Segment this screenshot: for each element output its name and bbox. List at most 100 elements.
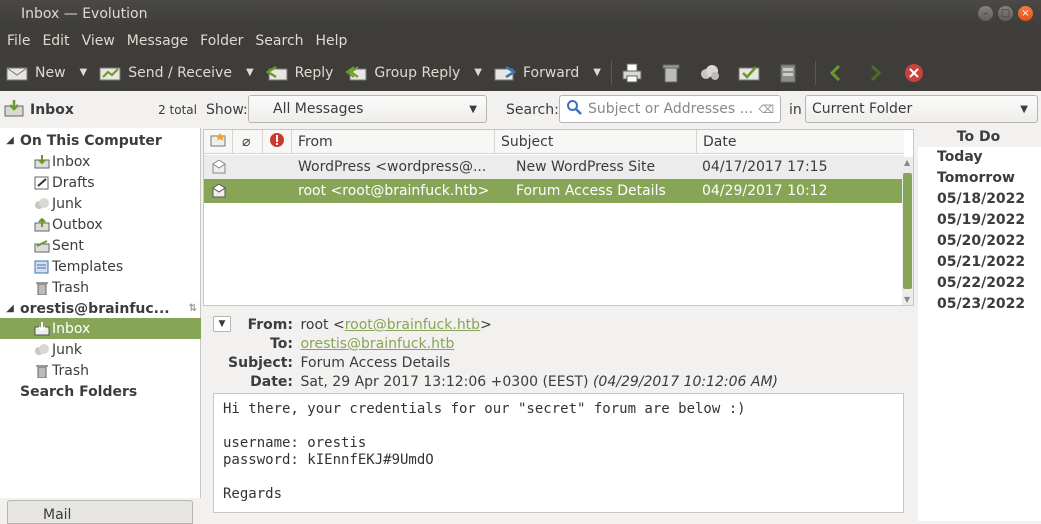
current-folder-name: Inbox — [30, 101, 74, 118]
message-date: 04/29/2017 10:12 — [702, 183, 828, 199]
message-from: WordPress <wordpress@... — [298, 159, 487, 175]
send-receive-label: Send / Receive — [128, 64, 232, 81]
to-label: To: — [270, 336, 293, 352]
column-status[interactable] — [204, 130, 233, 154]
menu-search[interactable]: Search — [255, 33, 303, 49]
menu-edit[interactable]: Edit — [42, 33, 69, 49]
folder-label: Trash — [52, 362, 89, 379]
expander-icon[interactable]: ◢ — [0, 303, 20, 314]
folder-drafts[interactable]: Drafts — [0, 172, 201, 193]
menu-view[interactable]: View — [82, 33, 115, 49]
column-date[interactable]: Date — [697, 130, 904, 154]
scroll-up-icon[interactable]: ▲ — [904, 158, 910, 167]
previous-button[interactable] — [820, 54, 859, 91]
search-placeholder: Subject or Addresses ... — [588, 101, 754, 117]
minimize-button[interactable]: – — [978, 6, 993, 21]
read-mail-icon — [212, 160, 226, 178]
archive-button[interactable] — [772, 54, 811, 91]
junk-icon — [34, 343, 50, 357]
search-input[interactable]: Subject or Addresses ... ⌫ — [559, 95, 781, 123]
folder-tree: ◢ On This Computer Inbox Drafts Junk Out… — [0, 128, 201, 498]
close-window-button[interactable]: × — [1018, 6, 1033, 21]
message-list-scrollbar[interactable]: ▲ ▼ — [902, 157, 913, 305]
from-email-link[interactable]: root@brainfuck.htb — [345, 317, 480, 333]
menu-help[interactable]: Help — [316, 33, 348, 49]
folder-junk[interactable]: Junk — [0, 193, 201, 214]
search-scope-value: Current Folder — [812, 101, 913, 117]
message-row-selected[interactable]: root <root@brainfuck.htb> Forum Access D… — [204, 179, 904, 203]
not-junk-button[interactable] — [733, 54, 772, 91]
group-account[interactable]: ◢ orestis@brainfuc... ⇅ — [0, 298, 201, 319]
trash-icon — [660, 64, 682, 82]
group-on-this-computer[interactable]: ◢ On This Computer — [0, 130, 201, 151]
read-mail-icon — [212, 184, 226, 202]
search-label: Search: — [506, 101, 559, 118]
clear-search-icon[interactable]: ⌫ — [758, 103, 774, 116]
expander-icon[interactable]: ◢ — [0, 135, 20, 146]
menu-bar: File Edit View Message Folder Search Hel… — [0, 27, 1041, 54]
forward-button[interactable]: Forward ▼ — [488, 54, 607, 91]
group-reply-button[interactable]: Group Reply ▼ — [339, 54, 488, 91]
next-button[interactable] — [859, 54, 898, 91]
message-list: ⌀ From Subject Date WordPress <wordpress… — [203, 129, 914, 306]
message-row[interactable]: WordPress <wordpress@... New WordPress S… — [204, 155, 904, 179]
column-from[interactable]: From — [292, 130, 495, 154]
todo-group-tomorrow[interactable]: Tomorrow — [937, 170, 1015, 186]
to-email-link[interactable]: orestis@brainfuck.htb — [300, 336, 454, 352]
not-junk-icon — [738, 64, 760, 82]
folder-label: Inbox — [52, 153, 91, 170]
todo-group-date[interactable]: 05/21/2022 — [937, 254, 1025, 270]
group-reply-label: Group Reply — [374, 64, 461, 81]
todo-group-date[interactable]: 05/20/2022 — [937, 233, 1025, 249]
menu-message[interactable]: Message — [127, 33, 188, 49]
search-folders[interactable]: Search Folders — [0, 381, 201, 402]
todo-group-date[interactable]: 05/23/2022 — [937, 296, 1025, 312]
delete-button[interactable] — [655, 54, 694, 91]
column-importance[interactable] — [263, 130, 292, 154]
message-body: Hi there, your credentials for our "secr… — [213, 393, 904, 513]
group-reply-dropdown-icon[interactable]: ▼ — [474, 67, 482, 78]
forward-dropdown-icon[interactable]: ▼ — [593, 67, 601, 78]
forward-label: Forward — [522, 64, 580, 81]
new-mail-icon — [6, 64, 28, 82]
maximize-button[interactable]: □ — [998, 6, 1013, 21]
window-controls: – □ × — [978, 6, 1033, 21]
junk-icon — [699, 64, 721, 82]
folder-outbox[interactable]: Outbox — [0, 214, 201, 235]
account-folder-junk[interactable]: Junk — [0, 339, 201, 360]
account-label: orestis@brainfuc... — [20, 300, 170, 317]
new-button[interactable]: New ▼ — [0, 54, 93, 91]
reply-button[interactable]: Reply — [260, 54, 340, 91]
todo-group-today[interactable]: Today — [937, 149, 982, 165]
print-button[interactable] — [616, 54, 655, 91]
menu-folder[interactable]: Folder — [200, 33, 243, 49]
account-folder-inbox[interactable]: Inbox — [0, 318, 201, 339]
scroll-down-icon[interactable]: ▼ — [904, 295, 910, 304]
folder-label: Outbox — [52, 216, 103, 233]
send-receive-dropdown-icon[interactable]: ▼ — [246, 67, 254, 78]
from-close: > — [480, 317, 492, 333]
junk-button[interactable] — [694, 54, 733, 91]
send-receive-button[interactable]: Send / Receive ▼ — [93, 54, 259, 91]
folder-templates[interactable]: Templates — [0, 256, 201, 277]
column-from-label: From — [298, 134, 333, 150]
search-scope-select[interactable]: Current Folder ▼ — [805, 95, 1038, 123]
reply-icon — [265, 64, 288, 82]
stop-button[interactable] — [898, 54, 937, 91]
todo-group-date[interactable]: 05/18/2022 — [937, 191, 1025, 207]
new-dropdown-icon[interactable]: ▼ — [80, 67, 88, 78]
paperclip-icon: ⌀ — [242, 134, 251, 150]
account-folder-trash[interactable]: Trash — [0, 360, 201, 381]
folder-trash[interactable]: Trash — [0, 277, 201, 298]
menu-file[interactable]: File — [7, 33, 30, 49]
scrollbar-thumb[interactable] — [903, 173, 912, 289]
mail-switcher-button[interactable]: Mail — [7, 500, 193, 524]
todo-group-date[interactable]: 05/22/2022 — [937, 275, 1025, 291]
column-attachment[interactable]: ⌀ — [233, 130, 263, 154]
column-subject[interactable]: Subject — [495, 130, 697, 154]
column-subject-label: Subject — [501, 134, 554, 150]
todo-group-date[interactable]: 05/19/2022 — [937, 212, 1025, 228]
show-filter-select[interactable]: All Messages ▼ — [248, 95, 487, 123]
folder-sent[interactable]: Sent — [0, 235, 201, 256]
folder-inbox[interactable]: Inbox — [0, 151, 201, 172]
